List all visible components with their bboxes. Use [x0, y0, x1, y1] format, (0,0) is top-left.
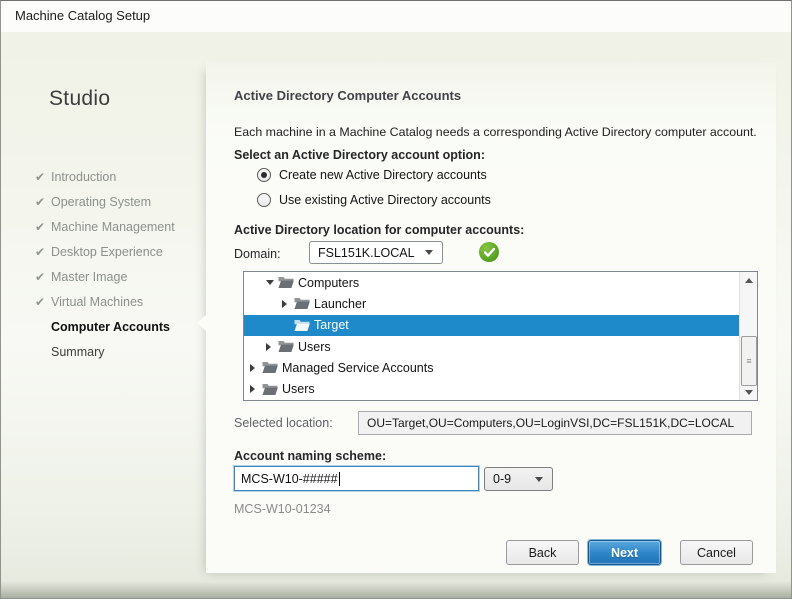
tree-item-label: Managed Service Accounts [282, 360, 434, 375]
tree-scrollbar[interactable] [739, 272, 757, 400]
studio-brand: Studio [49, 87, 111, 110]
ou-tree-rows: Computers Launcher Target Users Managed … [244, 272, 739, 400]
tree-item-users-root[interactable]: Users [244, 379, 739, 400]
sidebar-item-summary: Summary [35, 339, 175, 364]
green-check-icon [479, 242, 499, 262]
folder-icon [294, 319, 311, 332]
step-label: Virtual Machines [51, 294, 144, 309]
sidebar-item-master-image[interactable]: Master Image [35, 264, 175, 289]
window-title: Machine Catalog Setup [15, 8, 151, 23]
next-button[interactable]: Next [588, 540, 661, 565]
folder-icon [262, 383, 279, 396]
machine-catalog-setup-window: Machine Catalog Setup Studio Introductio… [0, 0, 792, 599]
radio-label: Use existing Active Directory accounts [279, 193, 491, 207]
tree-item-computers[interactable]: Computers [244, 272, 739, 293]
ad-location-label: Active Directory location for computer a… [234, 223, 525, 237]
folder-icon [278, 276, 295, 289]
check-icon [35, 170, 51, 184]
naming-preview-text: MCS-W10-01234 [234, 502, 331, 516]
scroll-up-icon[interactable] [740, 272, 757, 288]
tree-item-label: Launcher [314, 296, 367, 311]
domain-label: Domain: [234, 247, 281, 261]
tree-item-label: Users [298, 339, 331, 354]
step-label: Operating System [51, 194, 152, 209]
text-cursor [338, 471, 340, 486]
naming-digit-dropdown[interactable]: 0-9 [484, 467, 553, 491]
scroll-down-icon[interactable] [740, 384, 757, 400]
tree-item-users-child[interactable]: Users [244, 336, 739, 357]
radio-selected-icon [257, 168, 271, 182]
back-button[interactable]: Back [506, 540, 579, 565]
sidebar-item-operating-system[interactable]: Operating System [35, 189, 175, 214]
account-naming-value: MCS-W10-##### [241, 471, 338, 486]
step-label: Machine Management [51, 219, 175, 234]
step-label: Summary [51, 344, 105, 359]
sidebar-item-machine-management[interactable]: Machine Management [35, 214, 175, 239]
radio-create-new-accounts[interactable]: Create new Active Directory accounts [257, 168, 487, 182]
window-titlebar[interactable]: Machine Catalog Setup [1, 1, 791, 32]
wizard-steps-list: Introduction Operating System Machine Ma… [35, 164, 175, 364]
step-label: Desktop Experience [51, 244, 163, 259]
check-icon [35, 295, 51, 309]
tree-item-target-selected[interactable]: Target [244, 314, 739, 336]
account-option-label: Select an Active Directory account optio… [234, 148, 485, 162]
chevron-down-icon [425, 250, 433, 255]
selected-location-label: Selected location: [234, 416, 333, 430]
radio-unselected-icon [257, 193, 271, 207]
sidebar-item-introduction[interactable]: Introduction [35, 164, 175, 189]
tree-item-launcher[interactable]: Launcher [244, 293, 739, 314]
sidebar-item-virtual-machines[interactable]: Virtual Machines [35, 289, 175, 314]
expander-collapsed-icon[interactable] [266, 343, 278, 351]
radio-use-existing-accounts[interactable]: Use existing Active Directory accounts [257, 193, 491, 207]
naming-digit-value: 0-9 [493, 472, 512, 486]
sidebar-item-desktop-experience[interactable]: Desktop Experience [35, 239, 175, 264]
step-label: Computer Accounts [51, 319, 170, 334]
step-label: Master Image [51, 269, 128, 284]
naming-scheme-label: Account naming scheme: [234, 449, 387, 463]
folder-icon [262, 361, 279, 374]
tree-item-managed-service-accounts[interactable]: Managed Service Accounts [244, 357, 739, 378]
check-icon [35, 195, 51, 209]
chevron-down-icon [535, 476, 543, 482]
check-icon [35, 220, 51, 234]
expander-collapsed-icon[interactable] [250, 385, 262, 393]
scrollbar-thumb[interactable] [741, 336, 757, 386]
ou-tree: Computers Launcher Target Users Managed … [243, 271, 758, 401]
cancel-button[interactable]: Cancel [680, 540, 753, 565]
tree-item-label: Target [314, 318, 349, 333]
step-label: Introduction [51, 169, 117, 184]
expander-collapsed-icon[interactable] [250, 364, 262, 372]
radio-label: Create new Active Directory accounts [279, 168, 487, 182]
domain-dropdown[interactable]: FSL151K.LOCAL [309, 241, 443, 264]
page-title: Active Directory Computer Accounts [234, 88, 462, 103]
selected-location-field: OU=Target,OU=Computers,OU=LoginVSI,DC=FS… [358, 411, 752, 435]
tree-item-label: Users [282, 382, 315, 397]
intro-text: Each machine in a Machine Catalog needs … [234, 125, 757, 139]
domain-dropdown-value: FSL151K.LOCAL [318, 245, 415, 260]
expander-expanded-icon[interactable] [266, 280, 278, 285]
tree-item-label: Computers [298, 275, 360, 290]
sidebar-item-computer-accounts: Computer Accounts [35, 314, 175, 339]
expander-collapsed-icon[interactable] [282, 300, 294, 308]
selected-location-value: OU=Target,OU=Computers,OU=LoginVSI,DC=FS… [367, 416, 735, 430]
folder-icon [294, 297, 311, 310]
folder-icon [278, 340, 295, 353]
account-naming-input[interactable]: MCS-W10-##### [234, 466, 479, 491]
check-icon [35, 270, 51, 284]
check-icon [35, 245, 51, 259]
